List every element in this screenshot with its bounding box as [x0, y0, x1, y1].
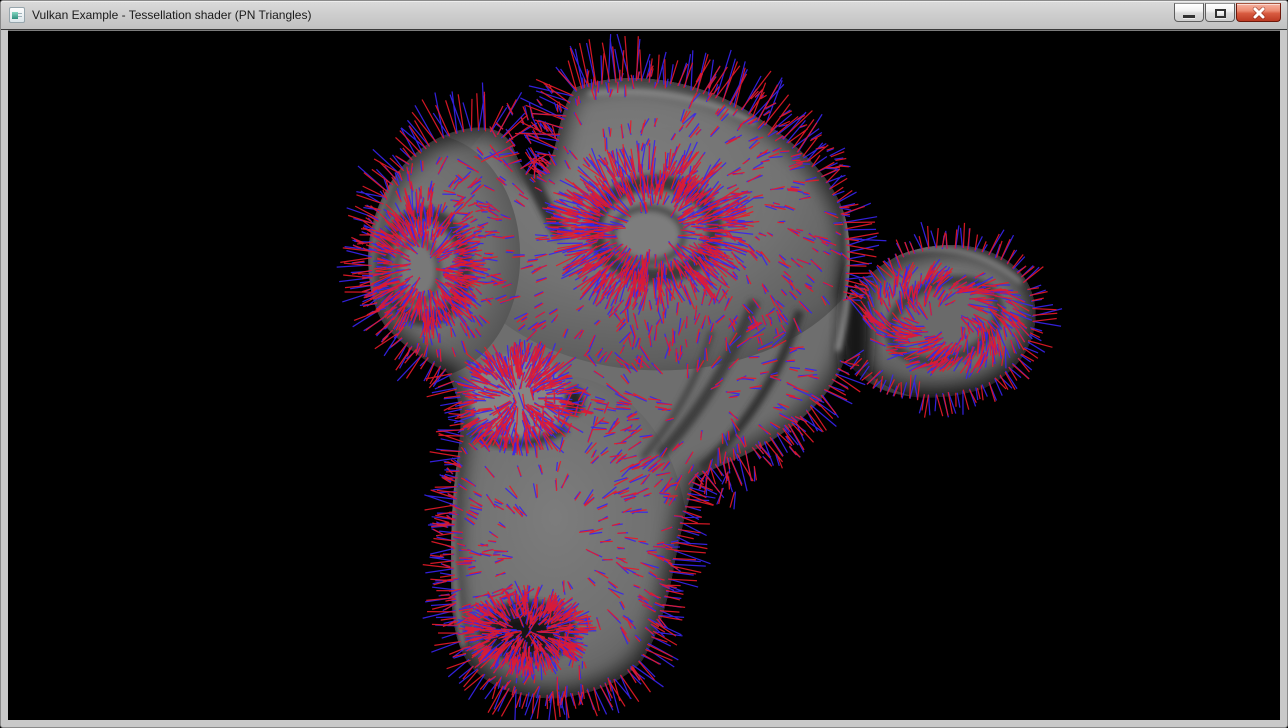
maximize-button[interactable] [1205, 3, 1235, 22]
maximize-icon [1215, 9, 1226, 18]
vulkan-3d-scene [8, 31, 1280, 720]
minimize-icon [1183, 15, 1195, 18]
minimize-button[interactable] [1174, 3, 1204, 22]
window-controls [1173, 3, 1281, 22]
app-icon[interactable] [9, 7, 25, 23]
close-icon [1251, 6, 1267, 20]
close-button[interactable] [1236, 3, 1281, 22]
window-title: Vulkan Example - Tessellation shader (PN… [32, 8, 311, 23]
app-window: Vulkan Example - Tessellation shader (PN… [0, 0, 1288, 728]
render-viewport[interactable] [8, 30, 1280, 720]
titlebar[interactable]: Vulkan Example - Tessellation shader (PN… [1, 1, 1287, 30]
